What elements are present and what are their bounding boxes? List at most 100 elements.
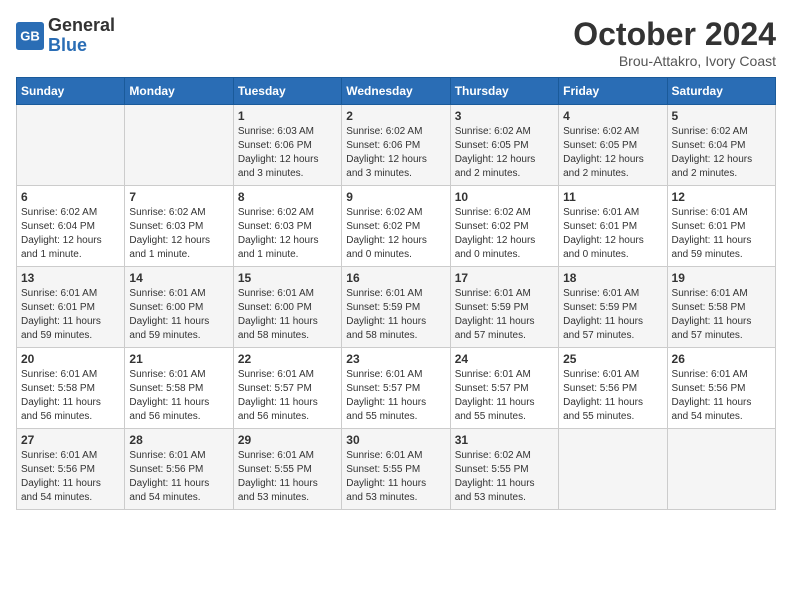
calendar-cell: 14 Sunrise: 6:01 AM Sunset: 6:00 PM Dayli…: [125, 267, 233, 348]
day-number: 17: [455, 271, 554, 285]
day-number: 10: [455, 190, 554, 204]
day-number: 12: [672, 190, 771, 204]
cell-content: Sunrise: 6:02 AM Sunset: 6:05 PM Dayligh…: [563, 125, 662, 181]
day-number: 19: [672, 271, 771, 285]
day-number: 23: [346, 352, 445, 366]
cell-content: Sunrise: 6:01 AM Sunset: 5:58 PM Dayligh…: [129, 368, 228, 424]
day-number: 18: [563, 271, 662, 285]
calendar-cell: 8Sunrise: 6:02 AM Sunset: 6:03 PM Daylig…: [233, 186, 341, 267]
day-number: 29: [238, 433, 337, 447]
day-number: 13: [21, 271, 120, 285]
logo-general-text: General: [48, 15, 115, 35]
calendar-cell: 7Sunrise: 6:02 AM Sunset: 6:03 PM Daylig…: [125, 186, 233, 267]
day-number: 6: [21, 190, 120, 204]
day-number: 16: [346, 271, 445, 285]
calendar-cell: [125, 105, 233, 186]
month-year-title: October 2024: [573, 16, 776, 53]
cell-content: Sunrise: 6:01 AM Sunset: 6:01 PM Dayligh…: [563, 206, 662, 262]
calendar-week-row: 6 Sunrise: 6:02 AM Sunset: 6:04 PM Daylig…: [17, 186, 776, 267]
day-number: 7: [129, 190, 228, 204]
cell-content: Sunrise: 6:01 AM Sunset: 6:01 PM Dayligh…: [672, 206, 771, 262]
calendar-week-row: 20 Sunrise: 6:01 AM Sunset: 5:58 PM Dayli…: [17, 348, 776, 429]
calendar-cell: 28Sunrise: 6:01 AM Sunset: 5:56 PM Dayli…: [125, 429, 233, 510]
calendar-cell: 4 Sunrise: 6:02 AM Sunset: 6:05 PM Daylig…: [559, 105, 667, 186]
day-number: 24: [455, 352, 554, 366]
cell-content: Sunrise: 6:03 AM Sunset: 6:06 PM Dayligh…: [238, 125, 337, 181]
calendar-cell: [17, 105, 125, 186]
weekday-header-tuesday: Tuesday: [233, 78, 341, 105]
cell-content: Sunrise: 6:01 AM Sunset: 5:57 PM Dayligh…: [455, 368, 554, 424]
calendar-cell: [667, 429, 775, 510]
calendar-cell: 22 Sunrise: 6:01 AM Sunset: 5:57 PM Dayli…: [233, 348, 341, 429]
weekday-header-thursday: Thursday: [450, 78, 558, 105]
day-number: 5: [672, 109, 771, 123]
calendar-cell: 5 Sunrise: 6:02 AM Sunset: 6:04 PM Daylig…: [667, 105, 775, 186]
weekday-header-wednesday: Wednesday: [342, 78, 450, 105]
day-number: 15: [238, 271, 337, 285]
cell-content: Sunrise: 6:01 AM Sunset: 5:59 PM Dayligh…: [455, 287, 554, 343]
calendar-cell: 16 Sunrise: 6:01 AM Sunset: 5:59 PM Dayli…: [342, 267, 450, 348]
calendar-cell: 23 Sunrise: 6:01 AM Sunset: 5:57 PM Dayli…: [342, 348, 450, 429]
day-number: 30: [346, 433, 445, 447]
title-area: October 2024 Brou-Attakro, Ivory Coast: [573, 16, 776, 69]
cell-content: Sunrise: 6:01 AM Sunset: 5:55 PM Dayligh…: [238, 449, 337, 505]
cell-content: Sunrise: 6:02 AM Sunset: 6:04 PM Dayligh…: [21, 206, 120, 262]
calendar-week-row: 27 Sunrise: 6:01 AM Sunset: 5:56 PM Dayli…: [17, 429, 776, 510]
logo: GB General Blue: [16, 16, 115, 56]
day-number: 27: [21, 433, 120, 447]
cell-content: Sunrise: 6:01 AM Sunset: 5:56 PM Dayligh…: [672, 368, 771, 424]
calendar-cell: 31 Sunrise: 6:02 AM Sunset: 5:55 PM Dayli…: [450, 429, 558, 510]
calendar-cell: 17 Sunrise: 6:01 AM Sunset: 5:59 PM Dayli…: [450, 267, 558, 348]
calendar-cell: 27 Sunrise: 6:01 AM Sunset: 5:56 PM Dayli…: [17, 429, 125, 510]
day-number: 1: [238, 109, 337, 123]
day-number: 14: [129, 271, 228, 285]
calendar-cell: 12 Sunrise: 6:01 AM Sunset: 6:01 PM Dayli…: [667, 186, 775, 267]
day-number: 26: [672, 352, 771, 366]
calendar-week-row: 1 Sunrise: 6:03 AM Sunset: 6:06 PM Daylig…: [17, 105, 776, 186]
cell-content: Sunrise: 6:02 AM Sunset: 5:55 PM Dayligh…: [455, 449, 554, 505]
cell-content: Sunrise: 6:02 AM Sunset: 6:03 PM Dayligh…: [238, 206, 337, 262]
calendar-body: 1 Sunrise: 6:03 AM Sunset: 6:06 PM Daylig…: [17, 105, 776, 510]
day-number: 22: [238, 352, 337, 366]
cell-content: Sunrise: 6:02 AM Sunset: 6:04 PM Dayligh…: [672, 125, 771, 181]
cell-content: Sunrise: 6:01 AM Sunset: 5:58 PM Dayligh…: [21, 368, 120, 424]
day-number: 20: [21, 352, 120, 366]
calendar-week-row: 13 Sunrise: 6:01 AM Sunset: 6:01 PM Dayli…: [17, 267, 776, 348]
weekday-header-friday: Friday: [559, 78, 667, 105]
cell-content: Sunrise: 6:02 AM Sunset: 6:02 PM Dayligh…: [455, 206, 554, 262]
cell-content: Sunrise: 6:02 AM Sunset: 6:06 PM Dayligh…: [346, 125, 445, 181]
cell-content: Sunrise: 6:01 AM Sunset: 6:00 PM Dayligh…: [238, 287, 337, 343]
cell-content: Sunrise: 6:01 AM Sunset: 5:57 PM Dayligh…: [238, 368, 337, 424]
calendar-cell: 13 Sunrise: 6:01 AM Sunset: 6:01 PM Dayli…: [17, 267, 125, 348]
weekday-header-sunday: Sunday: [17, 78, 125, 105]
day-number: 25: [563, 352, 662, 366]
location-subtitle: Brou-Attakro, Ivory Coast: [573, 53, 776, 69]
calendar-cell: 6 Sunrise: 6:02 AM Sunset: 6:04 PM Daylig…: [17, 186, 125, 267]
day-number: 11: [563, 190, 662, 204]
day-number: 4: [563, 109, 662, 123]
cell-content: Sunrise: 6:02 AM Sunset: 6:05 PM Dayligh…: [455, 125, 554, 181]
calendar-cell: 20 Sunrise: 6:01 AM Sunset: 5:58 PM Dayli…: [17, 348, 125, 429]
calendar-cell: 30 Sunrise: 6:01 AM Sunset: 5:55 PM Dayli…: [342, 429, 450, 510]
cell-content: Sunrise: 6:01 AM Sunset: 5:55 PM Dayligh…: [346, 449, 445, 505]
calendar-cell: 25Sunrise: 6:01 AM Sunset: 5:56 PM Dayli…: [559, 348, 667, 429]
page-header: GB General Blue October 2024 Brou-Attakr…: [16, 16, 776, 69]
logo-icon: GB: [16, 22, 44, 50]
calendar-cell: 15 Sunrise: 6:01 AM Sunset: 6:00 PM Dayli…: [233, 267, 341, 348]
calendar-cell: 29 Sunrise: 6:01 AM Sunset: 5:55 PM Dayli…: [233, 429, 341, 510]
cell-content: Sunrise: 6:01 AM Sunset: 5:59 PM Dayligh…: [346, 287, 445, 343]
calendar-cell: 2 Sunrise: 6:02 AM Sunset: 6:06 PM Daylig…: [342, 105, 450, 186]
calendar-cell: 11 Sunrise: 6:01 AM Sunset: 6:01 PM Dayli…: [559, 186, 667, 267]
cell-content: Sunrise: 6:01 AM Sunset: 5:59 PM Dayligh…: [563, 287, 662, 343]
cell-content: Sunrise: 6:01 AM Sunset: 6:00 PM Dayligh…: [129, 287, 228, 343]
day-number: 9: [346, 190, 445, 204]
calendar-cell: 3Sunrise: 6:02 AM Sunset: 6:05 PM Daylig…: [450, 105, 558, 186]
calendar-cell: 21Sunrise: 6:01 AM Sunset: 5:58 PM Dayli…: [125, 348, 233, 429]
cell-content: Sunrise: 6:01 AM Sunset: 6:01 PM Dayligh…: [21, 287, 120, 343]
cell-content: Sunrise: 6:01 AM Sunset: 5:57 PM Dayligh…: [346, 368, 445, 424]
day-number: 31: [455, 433, 554, 447]
day-number: 2: [346, 109, 445, 123]
cell-content: Sunrise: 6:01 AM Sunset: 5:56 PM Dayligh…: [21, 449, 120, 505]
cell-content: Sunrise: 6:01 AM Sunset: 5:56 PM Dayligh…: [129, 449, 228, 505]
calendar-table: SundayMondayTuesdayWednesdayThursdayFrid…: [16, 77, 776, 510]
